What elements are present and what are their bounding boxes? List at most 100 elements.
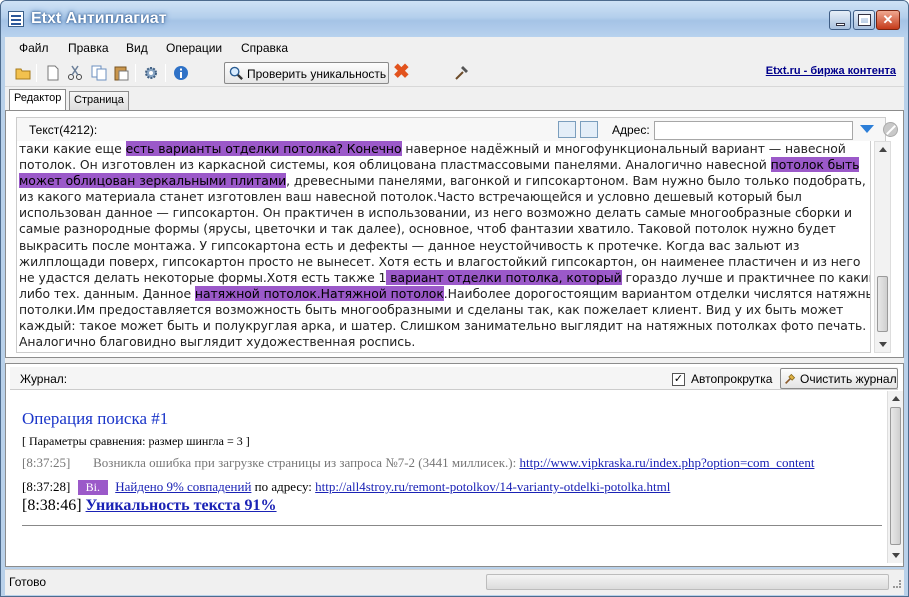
- single-view-icon[interactable]: [558, 121, 576, 138]
- editor-line: Аналогично благовидно выглядит художеств…: [19, 334, 868, 350]
- minimize-icon: [836, 23, 845, 26]
- editor-line: каждый: такое может быть и полукруглая а…: [19, 318, 868, 334]
- editor-scrollbar[interactable]: [874, 141, 891, 353]
- editor-text-run: наверное надёжный и многофункциональный …: [401, 141, 846, 156]
- error-url-link[interactable]: http://www.vipkraska.ru/index.php?option…: [519, 455, 814, 470]
- app-icon: [8, 11, 24, 27]
- check-uniqueness-label: Проверить уникальность: [247, 67, 387, 81]
- editor-line: из какого материала станет изготовлен ва…: [19, 189, 868, 205]
- menu-view[interactable]: Вид: [126, 41, 148, 55]
- editor-text-run: выкрасить после монтажа. У гипсокартона …: [19, 237, 800, 253]
- toolbar-separator: [165, 64, 166, 82]
- tab-editor[interactable]: Редактор: [9, 89, 67, 112]
- editor-text-run: самые разнородные формы (ярусы, цветочки…: [19, 221, 836, 237]
- clear-journal-button[interactable]: Очистить журнал: [780, 368, 898, 389]
- journal-label: Журнал:: [20, 372, 68, 386]
- maximize-button[interactable]: [853, 10, 875, 30]
- menu-edit[interactable]: Правка: [68, 41, 109, 55]
- editor-text-run: либо тех. данным. Данное: [19, 285, 195, 301]
- scroll-down-icon[interactable]: [892, 553, 900, 558]
- toolbar-separator: [36, 64, 37, 82]
- editor-line: потолок. Он изготовлен из каркасной сист…: [19, 157, 868, 173]
- resize-grip-icon[interactable]: [893, 580, 901, 588]
- comparison-params: [ Параметры сравнения: размер шингла = 3…: [22, 434, 250, 448]
- cancel-icon[interactable]: [883, 122, 898, 137]
- split-view-icon[interactable]: [580, 121, 598, 138]
- editor-line: либо тех. данным. Данное натяжной потоло…: [19, 285, 871, 302]
- editor-line: жилплощади поверх, гипсокартон просто не…: [19, 254, 868, 270]
- editor-text-run: использован данное — гипсокартон. Он пра…: [19, 205, 852, 221]
- log-timestamp: [8:37:25]: [22, 455, 71, 470]
- toolbar: Проверить уникальность ✖ Etxt.ru - биржа…: [5, 59, 904, 87]
- menu-bar: Файл Правка Вид Операции Справка: [5, 37, 904, 59]
- editor-line: не удастся делать некоторые формы.Хотя е…: [19, 269, 871, 286]
- match-highlight: может облицован зеркальными плитами: [19, 173, 287, 189]
- editor-text-run: таки какие еще: [19, 141, 126, 156]
- editor-text-run: гораздо лучше и практичнее по каким-: [621, 269, 871, 285]
- search-operation-title: Операция поиска #1: [22, 409, 169, 428]
- check-uniqueness-button[interactable]: Проверить уникальность: [224, 62, 389, 84]
- editor-line: таки какие еще есть варианты отделки пот…: [19, 141, 868, 157]
- editor-text-run: каждый: такое может быть и полукруглая а…: [19, 318, 867, 334]
- journal-scrollbar[interactable]: [887, 391, 903, 563]
- settings-gear-icon[interactable]: [143, 65, 159, 81]
- log-entry-error: [8:37:25] Возникла ошибка при загрузке с…: [22, 455, 814, 471]
- editor-line: может облицован зеркальными плитами, дре…: [19, 173, 868, 189]
- editor-text-run: не удастся делать некоторые формы.Хотя е…: [19, 269, 387, 285]
- editor-textarea[interactable]: таки какие еще есть варианты отделки пот…: [16, 141, 871, 353]
- match-highlight: вариант отделки потолка, который: [386, 269, 622, 285]
- editor-text-run: .Наиболее дорогостоящим вариантом отделк…: [443, 285, 871, 301]
- open-folder-icon[interactable]: [15, 65, 31, 81]
- hammer-icon[interactable]: [453, 65, 469, 81]
- tab-page[interactable]: Страница: [69, 91, 129, 111]
- editor-header: Текст(4212): Адрес:: [16, 117, 898, 141]
- journal-header: Журнал: ✓ Автопрокрутка Очистить журнал: [10, 367, 898, 390]
- match-highlight: есть варианты отделки потолка? Конечно: [125, 141, 402, 156]
- text-length-label: Текст(4212):: [29, 123, 98, 137]
- menu-file[interactable]: Файл: [19, 41, 49, 55]
- stop-icon[interactable]: ✖: [393, 62, 410, 82]
- editor-panel: Текст(4212): Адрес: таки какие еще есть …: [5, 110, 904, 358]
- etxt-exchange-link[interactable]: Etxt.ru - биржа контента: [766, 65, 896, 77]
- menu-help[interactable]: Справка: [241, 41, 288, 55]
- match-highlight: натяжной потолок.Натяжной потолок: [194, 285, 444, 301]
- match-highlight: потолок быть: [770, 157, 860, 173]
- scroll-thumb[interactable]: [877, 276, 888, 332]
- maximize-icon: [858, 14, 871, 26]
- editor-text-run: потолок. Он изготовлен из каркасной сист…: [19, 157, 771, 173]
- tab-strip: Редактор Страница: [5, 87, 904, 112]
- editor-text-run: из какого материала станет изготовлен ва…: [19, 189, 802, 205]
- editor-text-run: жилплощади поверх, гипсокартон просто не…: [19, 253, 861, 269]
- log-message: Возникла ошибка при загрузке страницы из…: [93, 455, 517, 470]
- close-button[interactable]: ✕: [876, 10, 900, 30]
- matches-found-link[interactable]: Найдено 9% совпадений: [115, 479, 251, 494]
- new-document-icon[interactable]: [45, 65, 61, 81]
- autoscroll-checkbox[interactable]: ✓: [672, 373, 685, 386]
- title-bar[interactable]: Etxt Антиплагиат ✕: [1, 1, 908, 37]
- log-message: по адресу:: [254, 479, 312, 494]
- toolbar-separator: [135, 64, 136, 82]
- scroll-up-icon[interactable]: [892, 396, 900, 401]
- log-entry-result: [8:38:46] Уникальность текста 91%: [22, 497, 277, 515]
- scroll-down-icon[interactable]: [879, 342, 887, 347]
- scroll-up-icon[interactable]: [879, 147, 887, 152]
- log-entry-found: [8:37:28] Bi. Найдено 9% совпадений по а…: [22, 479, 670, 495]
- uniqueness-result-link[interactable]: Уникальность текста 91%: [86, 497, 277, 514]
- scroll-thumb[interactable]: [890, 407, 901, 545]
- log-timestamp: [8:37:28]: [22, 479, 71, 494]
- log-divider: [22, 525, 882, 526]
- menu-operations[interactable]: Операции: [166, 41, 222, 55]
- address-input[interactable]: [654, 121, 853, 140]
- source-url-link[interactable]: http://all4stroy.ru/remont-potolkov/14-v…: [315, 479, 670, 494]
- info-icon[interactable]: [173, 65, 189, 81]
- editor-line: самые разнородные формы (ярусы, цветочки…: [19, 221, 868, 237]
- dropdown-arrow-icon[interactable]: [860, 125, 874, 133]
- minimize-button[interactable]: [829, 10, 851, 30]
- paste-icon[interactable]: [113, 65, 129, 81]
- status-bar: Готово: [5, 569, 904, 595]
- cut-icon[interactable]: [67, 65, 83, 81]
- editor-line: выкрасить после монтажа. У гипсокартона …: [19, 238, 868, 254]
- editor-text-run: , древесными панелями, вагонкой и гипсок…: [286, 173, 866, 189]
- copy-icon[interactable]: [91, 65, 107, 81]
- match-badge: Bi.: [77, 480, 108, 495]
